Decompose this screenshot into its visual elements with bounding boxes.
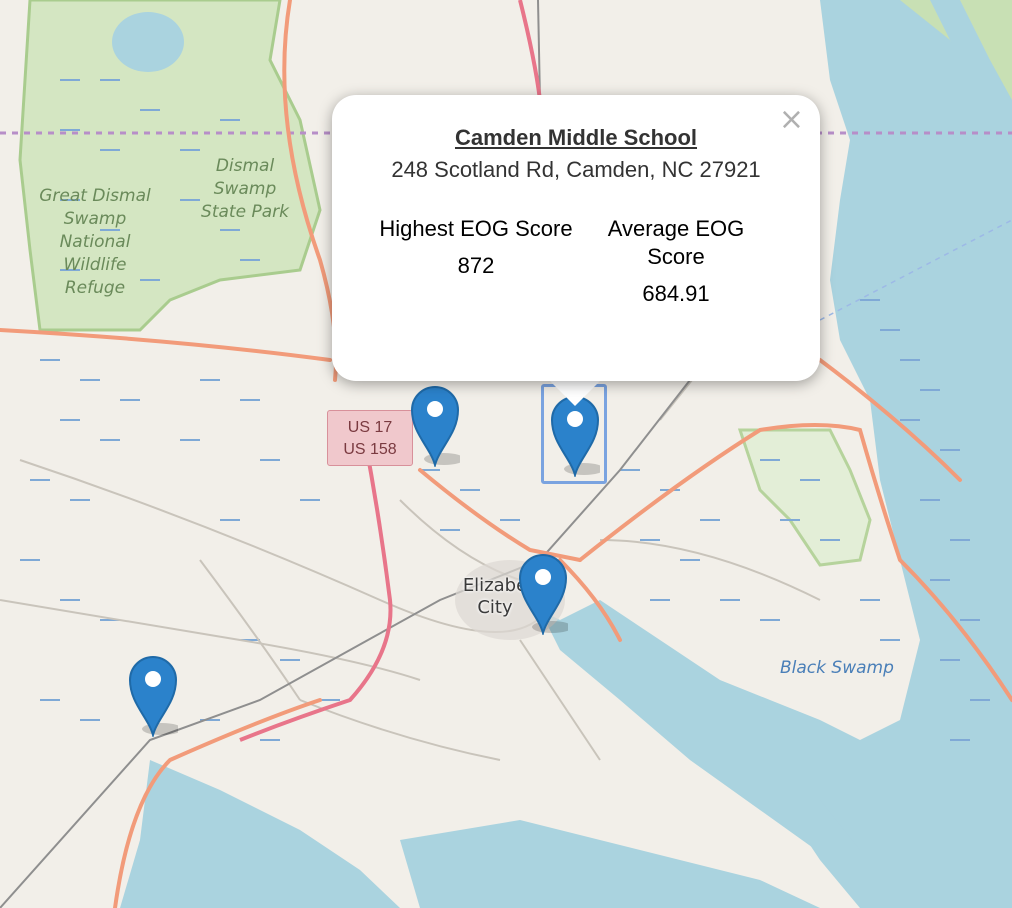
map-marker-icon — [550, 396, 600, 477]
state-park-label: Dismal Swamp State Park — [201, 156, 289, 222]
popup-stats: Highest EOG Score 872 Average EOG Score … — [332, 215, 820, 307]
refuge-label: Great Dismal Swamp National Wildlife Ref… — [39, 186, 151, 298]
stat-value: 684.91 — [642, 281, 710, 306]
close-icon[interactable]: × — [779, 105, 804, 135]
stat-highest-eog: Highest EOG Score 872 — [376, 215, 576, 307]
highway-shield: US 17 US 158 — [327, 410, 413, 466]
map-canvas[interactable]: Great Dismal Swamp National Wildlife Ref… — [0, 0, 1012, 908]
map-marker-icon — [410, 386, 460, 467]
map-marker-1[interactable] — [410, 385, 460, 467]
popup-address: 248 Scotland Rd, Camden, NC 27921 — [391, 157, 761, 182]
map-marker-south-west[interactable] — [128, 655, 178, 737]
school-popup: × Camden Middle School 248 Scotland Rd, … — [332, 95, 820, 381]
map-marker-icon — [518, 554, 568, 635]
map-marker-icon — [128, 656, 178, 737]
stat-value: 872 — [457, 253, 495, 278]
stat-label: Average EOG Score — [607, 216, 745, 269]
black-swamp-label: Black Swamp — [780, 658, 894, 678]
stat-average-eog: Average EOG Score 684.91 — [576, 215, 776, 307]
popup-title[interactable]: Camden Middle School — [332, 125, 820, 151]
stat-label: Highest EOG Score — [379, 216, 573, 241]
map-marker-camden[interactable] — [550, 395, 600, 477]
map-marker-elizabeth-city[interactable] — [518, 553, 568, 635]
